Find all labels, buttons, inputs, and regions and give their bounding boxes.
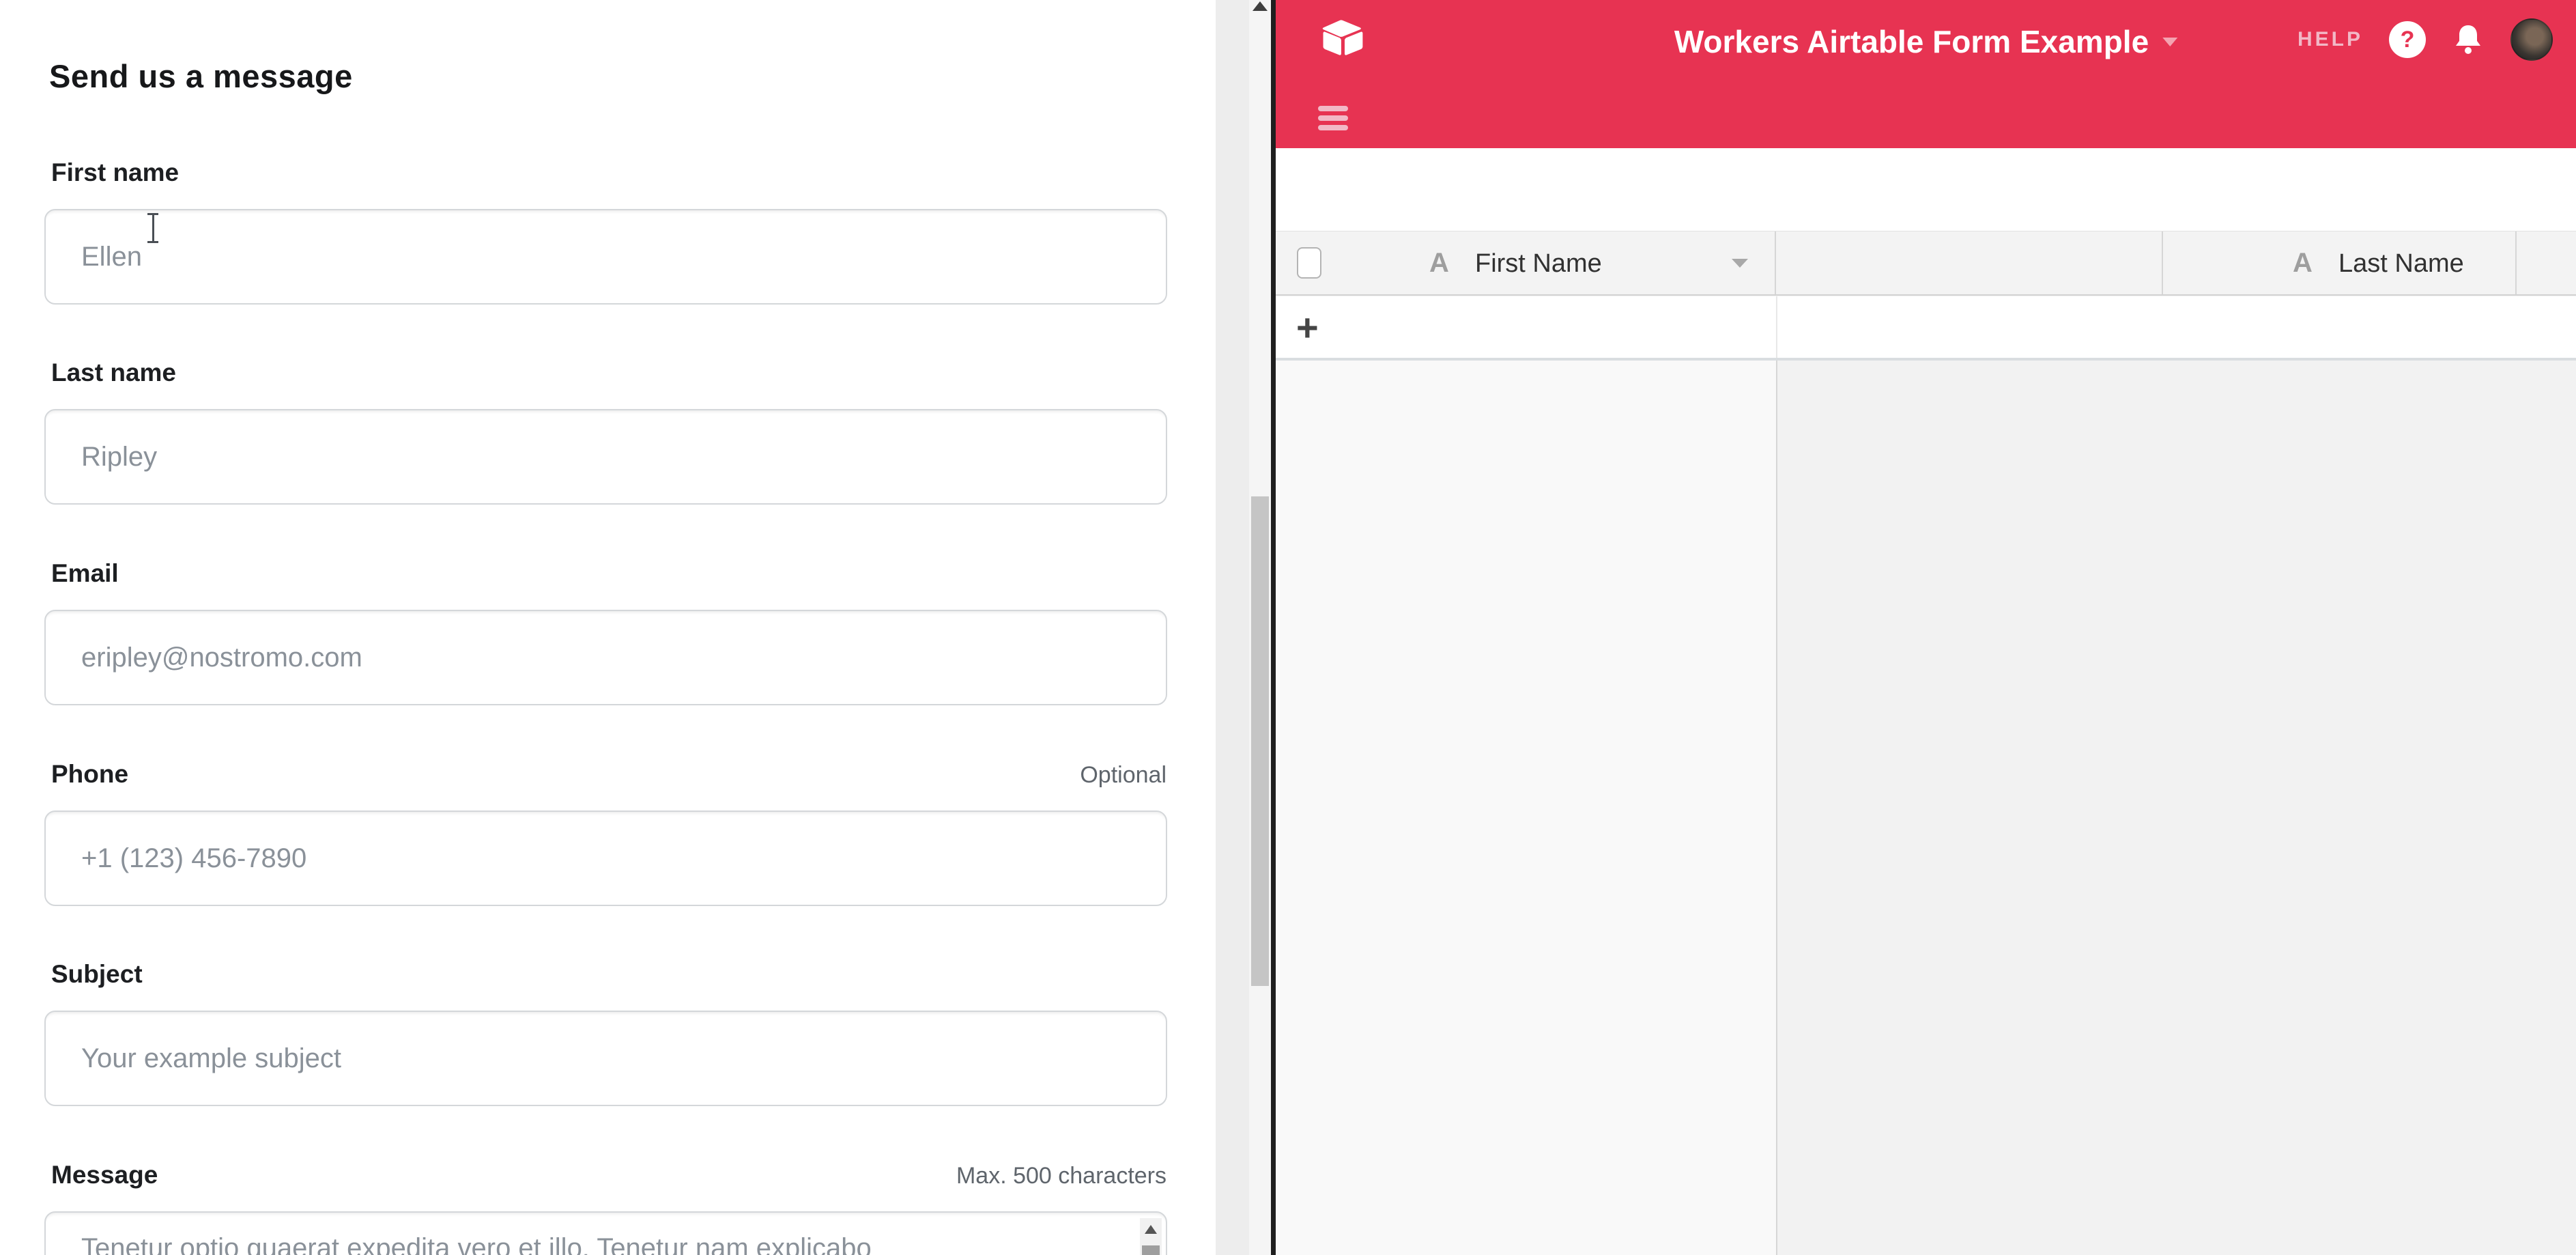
notifications-bell-icon[interactable] (2452, 23, 2485, 57)
airtable-logo-icon[interactable] (1322, 18, 1367, 59)
help-question-icon[interactable]: ? (2389, 21, 2426, 58)
subject-input[interactable] (44, 1011, 1167, 1106)
window-gutter (1216, 0, 1249, 1255)
last-name-label: Last name (51, 358, 176, 387)
grid-body-left (1276, 361, 1776, 1255)
airtable-pane: Workers Airtable Form Example HELP ? For… (1276, 0, 2576, 1255)
select-all-checkbox[interactable] (1297, 247, 1321, 279)
textarea-scrollbar-thumb[interactable] (1142, 1245, 1160, 1255)
contact-form-pane: Send us a message First name Last name E… (0, 0, 1216, 1255)
scrollbar-up-arrow-icon[interactable] (1253, 1, 1268, 11)
window-divider (1271, 0, 1276, 1255)
message-maxchars-hint: Max. 500 characters (44, 1163, 1167, 1189)
hamburger-menu-icon[interactable] (1318, 106, 1348, 130)
page-scrollbar-thumb[interactable] (1251, 496, 1269, 986)
mouse-text-cursor-icon (147, 213, 158, 243)
chevron-down-icon (2162, 38, 2177, 46)
column-header-email[interactable]: Email (2163, 231, 2517, 294)
message-textarea[interactable]: Tenetur optio quaerat expedita vero et i… (44, 1211, 1167, 1255)
topbar-actions: HELP ? (2298, 0, 2553, 79)
first-name-input[interactable] (44, 209, 1167, 305)
column-divider (1776, 296, 1777, 358)
screen: Send us a message First name Last name E… (0, 0, 2576, 1255)
grid-header-row: A First Name A Last Name Email (1276, 231, 2576, 296)
message-placeholder-text: Tenetur optio quaerat expedita vero et i… (81, 1233, 1119, 1255)
last-name-input[interactable] (44, 409, 1167, 505)
subject-label: Subject (51, 960, 143, 989)
phone-input[interactable] (44, 810, 1167, 906)
phone-optional-hint: Optional (44, 762, 1167, 789)
help-button[interactable]: HELP (2298, 28, 2363, 51)
column-header-first-name[interactable]: A First Name (1276, 231, 1776, 294)
scroll-up-arrow-icon[interactable] (1145, 1225, 1157, 1234)
column-header-last-name[interactable]: A Last Name (1776, 231, 2163, 294)
first-name-label: First name (51, 158, 179, 187)
page-title: Send us a message (49, 57, 353, 95)
textarea-scrollbar[interactable] (1140, 1218, 1162, 1255)
email-label: Email (51, 559, 119, 588)
page-scrollbar[interactable] (1249, 0, 1271, 1255)
column-header-phone[interactable]: Phone (2517, 231, 2576, 294)
email-input[interactable] (44, 610, 1167, 705)
add-row-plus-icon[interactable]: + (1296, 296, 1319, 358)
table-tabs-bar: Form Submissions SHARE (1276, 79, 2576, 148)
chevron-down-icon (1732, 259, 1748, 268)
base-title: Workers Airtable Form Example (1674, 23, 2149, 60)
user-avatar[interactable] (2510, 18, 2553, 61)
grid-body-right (1777, 361, 2576, 1255)
text-field-type-icon: A (1429, 248, 1449, 279)
base-title-menu[interactable]: Workers Airtable Form Example (1674, 23, 2177, 60)
airtable-topbar: Workers Airtable Form Example HELP ? (1276, 0, 2576, 79)
add-row-row[interactable]: + (1276, 296, 2576, 361)
view-toolbar: Grid view (1276, 148, 2576, 231)
